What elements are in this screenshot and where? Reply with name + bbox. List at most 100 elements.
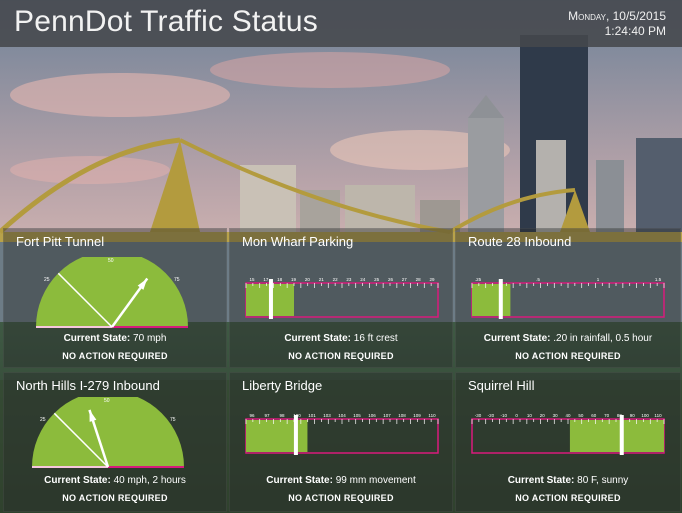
gauge-tick-50: 50 [108, 258, 114, 264]
bar-tick-label: 109 [413, 413, 421, 418]
panel-fort-pitt-tunnel[interactable]: Fort Pitt Tunnel 25 50 75 Current State:… [3, 228, 227, 368]
current-state: Current State: 70 mph [4, 333, 226, 344]
bar-tick-label: 104 [338, 413, 346, 418]
bar-tick-label: -20 [488, 413, 495, 418]
action-status: NO ACTION REQUIRED [62, 351, 168, 361]
bar-tick-label: 15 [249, 277, 255, 282]
panel-north-hills[interactable]: North Hills I-279 Inbound 25 50 75 Curre… [3, 372, 227, 512]
bar-fill [569, 420, 664, 452]
action-status: NO ACTION REQUIRED [62, 493, 168, 503]
bar-tick-label: 70 [604, 413, 610, 418]
panel-mon-wharf-parking[interactable]: Mon Wharf Parking 15 17 18 19 20 21 22 23 24 25 26… [229, 228, 453, 368]
bar-tick-label: 96 [249, 413, 255, 418]
level-bar: -30 -20 -10 0 10 20 30 40 50 60 70 80 90 100 110 [471, 413, 665, 455]
bar-marker [268, 279, 273, 319]
bar-tick-label: 103 [323, 413, 331, 418]
header-bar: PennDot Traffic Status Monday, 10/5/2015… [0, 0, 682, 47]
panel-title: North Hills I-279 Inbound [16, 378, 160, 393]
state-label: Current State: [63, 333, 131, 344]
panel-title: Fort Pitt Tunnel [16, 234, 105, 249]
current-state: Current State: 80 F, sunny [456, 475, 680, 486]
bar-tick-label: 21 [319, 277, 325, 282]
state-value: 40 mph, 2 hours [113, 475, 186, 486]
bar-tick-label: 101 [308, 413, 316, 418]
state-label: Current State: [266, 475, 333, 486]
gauge-tick-75: 75 [170, 417, 176, 423]
bar-tick-label: 30 [553, 413, 559, 418]
speed-gauge: 25 50 75 [32, 397, 184, 468]
panel-title: Route 28 Inbound [468, 234, 572, 249]
bar-tick-label: 1 [597, 277, 600, 282]
bar-tick-label: 60 [591, 413, 597, 418]
bar-tick-label: 17 [263, 277, 269, 282]
bar-tick-label: .5 [536, 277, 540, 282]
panel-liberty-bridge[interactable]: Liberty Bridge 9697981001011031041051061… [229, 372, 453, 512]
current-state: Current State: .20 in rainfall, 0.5 hour [456, 333, 680, 344]
bar-tick-label: 106 [368, 413, 376, 418]
bar-tick-label: 20 [540, 413, 546, 418]
state-value: .20 in rainfall, 0.5 hour [553, 333, 653, 344]
action-status: NO ACTION REQUIRED [515, 351, 621, 361]
panel-squirrel-hill[interactable]: Squirrel Hill -30 -20 -10 0 10 20 30 40 50 60 70 80… [455, 372, 681, 512]
bar-tick-label: 20 [305, 277, 311, 282]
bar-tick-label: 29 [429, 277, 435, 282]
bar-tick-label: 105 [353, 413, 361, 418]
bar-tick-label: 108 [398, 413, 406, 418]
speed-gauge: 25 50 75 [36, 257, 188, 328]
bar-tick-label: 97 [264, 413, 270, 418]
bar-tick-label: 23 [346, 277, 352, 282]
bar-tick-label: 10 [527, 413, 533, 418]
action-status: NO ACTION REQUIRED [288, 351, 394, 361]
bar-tick-label: -10 [500, 413, 507, 418]
date-label: Monday, 10/5/2015 [568, 9, 666, 23]
action-status: NO ACTION REQUIRED [288, 493, 394, 503]
current-state: Current State: 16 ft crest [230, 333, 452, 344]
datetime-display: Monday, 10/5/2015 1:24:40 PM [568, 9, 666, 39]
bar-tick-label: 24 [360, 277, 366, 282]
panel-route-28-inbound[interactable]: Route 28 Inbound .25 .5 1 1.5 Current State… [455, 228, 681, 368]
bar-tick-label: 28 [416, 277, 422, 282]
level-bar: .25 .5 1 1.5 [471, 277, 665, 319]
bar-tick-label: 25 [374, 277, 380, 282]
gauge-tick-25: 25 [44, 277, 50, 283]
bar-tick-label: 98 [279, 413, 285, 418]
bar-tick-label: 18 [277, 277, 283, 282]
bar-tick-label: 1.5 [655, 277, 662, 282]
bar-tick-label: .25 [475, 277, 482, 282]
bar-tick-label: 50 [578, 413, 584, 418]
state-label: Current State: [44, 475, 111, 486]
current-state: Current State: 99 mm movement [230, 475, 452, 486]
state-label: Current State: [284, 333, 351, 344]
gauge-tick-25: 25 [40, 417, 46, 423]
bar-tick-label: 110 [654, 413, 662, 418]
bar-tick-label: -30 [475, 413, 482, 418]
state-value: 99 mm movement [335, 475, 416, 486]
gauge-tick-50: 50 [104, 398, 110, 404]
page-title: PennDot Traffic Status [14, 5, 319, 38]
panel-title: Squirrel Hill [468, 378, 535, 393]
bar-tick-label: 26 [388, 277, 394, 282]
time-label: 1:24:40 PM [604, 24, 666, 38]
state-value: 80 F, sunny [577, 475, 629, 486]
bar-fill [246, 420, 308, 452]
gauge-tick-75: 75 [174, 277, 180, 283]
state-label: Current State: [483, 333, 551, 344]
current-state: Current State: 40 mph, 2 hours [4, 475, 226, 486]
panel-title: Mon Wharf Parking [242, 234, 354, 249]
bar-tick-label: 27 [402, 277, 408, 282]
state-value: 16 ft crest [353, 333, 398, 344]
bar-marker [293, 415, 298, 455]
level-bar: 969798100101103104105106107108109110 [245, 413, 439, 455]
state-label: Current State: [507, 475, 575, 486]
bar-tick-label: 100 [641, 413, 649, 418]
bar-tick-label: 19 [291, 277, 297, 282]
bar-tick-label: 110 [428, 413, 436, 418]
bar-tick-label: 107 [383, 413, 391, 418]
bar-tick-label: 90 [630, 413, 636, 418]
bar-marker [619, 415, 624, 455]
state-value: 70 mph [133, 333, 167, 344]
bar-marker [498, 279, 503, 319]
bar-tick-label: 0 [515, 413, 518, 418]
bar-tick-label: 22 [333, 277, 339, 282]
bar-fill [472, 284, 511, 316]
